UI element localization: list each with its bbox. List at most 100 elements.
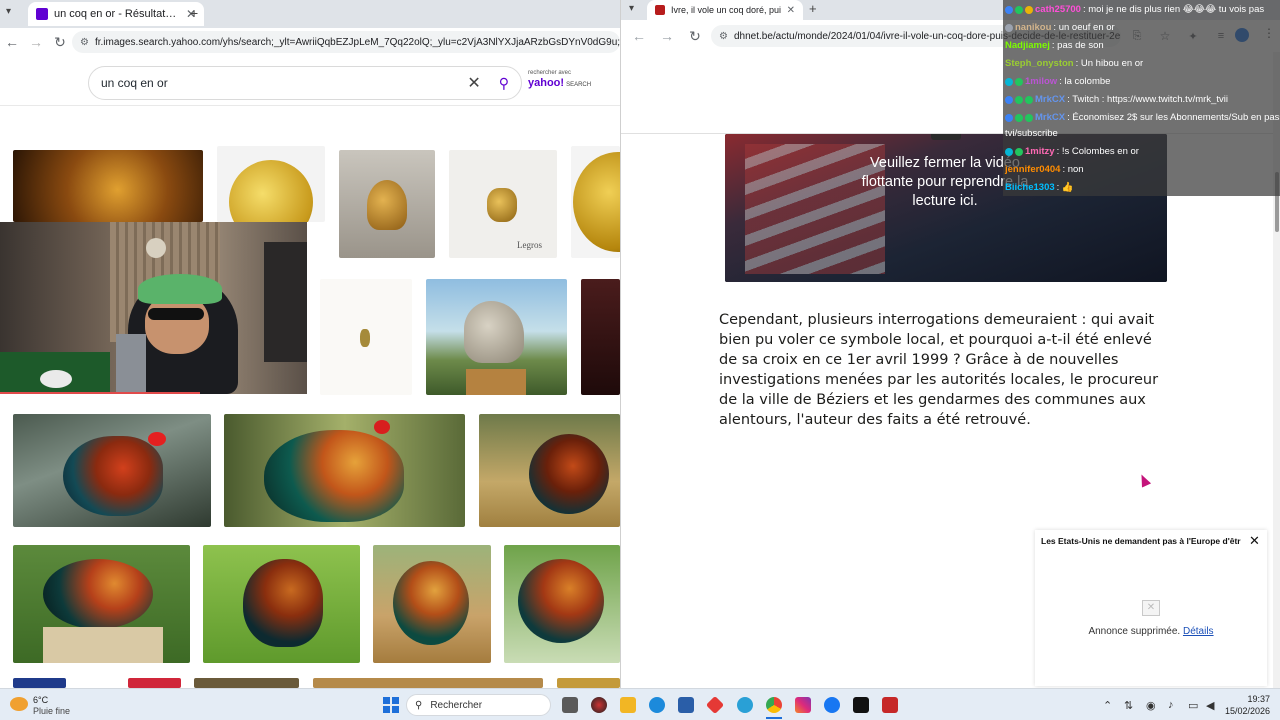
chat-message: tvi/subscribe xyxy=(1005,128,1058,139)
ad-title: Les Etats-Unis ne demandent pas à l'Euro… xyxy=(1041,536,1241,546)
search-icon[interactable]: ⚲ xyxy=(499,75,509,92)
result-image-flag-blue[interactable] xyxy=(13,678,66,688)
mcafee-icon[interactable] xyxy=(882,697,898,713)
result-image-golden-rooster-coins[interactable] xyxy=(13,150,203,222)
taskbar-search-box[interactable]: ⚲ Rechercher xyxy=(406,694,551,716)
tab-yahoo-results[interactable]: un coq en or - Résultats Yahoo ✕ xyxy=(28,2,204,26)
chat-message: MrkCX: Twitch : https://www.twitch.tv/mr… xyxy=(1005,94,1228,105)
chat-user: nanikou xyxy=(1015,22,1052,33)
result-image-small-pendant[interactable] xyxy=(320,279,412,395)
chat-message: MrkCX: Économisez 2$ sur les Abonnements… xyxy=(1005,112,1280,123)
result-image-colorful-rooster-1[interactable] xyxy=(13,414,211,527)
result-image-partial-2[interactable] xyxy=(313,678,543,688)
chat-message: 1milow: la colombe xyxy=(1005,76,1110,87)
chevron-up-icon[interactable]: ⌃ xyxy=(1103,699,1112,712)
chat-user: MrkCX xyxy=(1035,94,1066,105)
search-input[interactable]: un coq en or ✕ ⚲ xyxy=(88,66,522,100)
result-image-flag-red[interactable] xyxy=(128,678,181,688)
chrome-icon[interactable] xyxy=(766,697,782,713)
chat-text: : un oeuf en or xyxy=(1053,22,1115,33)
result-image-rooster-statue[interactable] xyxy=(426,279,567,395)
facebook-icon[interactable] xyxy=(824,697,840,713)
app-icon-diamond[interactable] xyxy=(705,695,725,715)
app-icon-store[interactable] xyxy=(678,697,694,713)
address-bar: ← → ↻ ⚙ fr.images.search.yahoo.com/yhs/s… xyxy=(0,28,620,56)
new-tab-button-right[interactable]: + xyxy=(809,1,817,16)
task-view-icon[interactable] xyxy=(562,697,578,713)
yahoo-logo[interactable]: yahoo! SEARCH xyxy=(528,77,591,91)
streamer-webcam xyxy=(0,222,307,394)
chat-user: Steph_onyston xyxy=(1005,58,1074,69)
tab-dhnet-article[interactable]: Ivre, il vole un coq doré, puis d ✕ xyxy=(647,0,803,20)
volume-icon[interactable]: ◀ xyxy=(1206,699,1214,712)
back-icon[interactable]: ← xyxy=(627,24,651,48)
result-image-gold-coin-2[interactable] xyxy=(571,146,620,258)
legros-watermark: Legros xyxy=(517,240,542,250)
clock-time[interactable]: 19:37 xyxy=(1220,694,1270,704)
close-ad-icon[interactable]: ✕ xyxy=(1249,533,1260,549)
chair-logo xyxy=(40,370,72,388)
ad-details-link[interactable]: Détails xyxy=(1183,626,1214,637)
app-icon-feather[interactable] xyxy=(737,697,753,713)
site-info-icon[interactable]: ⚙ xyxy=(719,31,728,42)
result-image-rooster-grass[interactable] xyxy=(203,545,360,663)
result-image-partial-3[interactable] xyxy=(557,678,620,688)
result-image-colorful-rooster-3[interactable] xyxy=(479,414,620,527)
clock-date[interactable]: 15/02/2026 xyxy=(1220,706,1270,716)
forward-icon[interactable]: → xyxy=(655,24,679,48)
result-image-rooster-on-box[interactable] xyxy=(13,545,190,663)
chat-text: : 👍 xyxy=(1056,182,1074,193)
yahoo-search-header: un coq en or ✕ ⚲ rechercher avec yahoo! S… xyxy=(0,56,620,106)
chat-text: : Twitch : https://www.twitch.tv/mrk_tvi… xyxy=(1067,94,1228,105)
weather-temp[interactable]: 6°C xyxy=(33,695,48,705)
ad-removed-line: Annonce supprimée. Détails xyxy=(1035,626,1267,637)
result-image-partial-1[interactable] xyxy=(194,678,299,688)
back-icon[interactable]: ← xyxy=(0,30,24,54)
url-field[interactable]: ⚙ fr.images.search.yahoo.com/yhs/search;… xyxy=(72,31,620,53)
chat-message: 1mitzy: !s Colombes en or xyxy=(1005,146,1139,157)
wifi-icon[interactable]: ◉ xyxy=(1146,699,1156,712)
clear-icon[interactable]: ✕ xyxy=(467,73,480,93)
weather-desc[interactable]: Pluie fine xyxy=(33,706,70,716)
new-tab-button[interactable]: + xyxy=(190,5,198,21)
dhnet-favicon xyxy=(655,5,665,15)
reload-icon[interactable]: ↻ xyxy=(683,24,707,48)
tab-search-icon[interactable]: ▾ xyxy=(6,6,11,17)
url-text: fr.images.search.yahoo.com/yhs/search;_y… xyxy=(94,36,620,48)
mouse-cursor xyxy=(1136,472,1152,488)
ad-removed-text: Annonce supprimée. xyxy=(1088,626,1181,637)
streamer-arm xyxy=(116,334,146,394)
tiktok-icon[interactable] xyxy=(853,697,869,713)
result-image-rooster-running[interactable] xyxy=(504,545,620,663)
chat-text: : non xyxy=(1062,164,1084,175)
yahoo-powered-by: rechercher avec yahoo! SEARCH xyxy=(528,69,591,91)
forward-icon[interactable]: → xyxy=(24,30,48,54)
result-image-rooster-figurine[interactable] xyxy=(339,150,435,258)
microphone-icon[interactable]: ♪ xyxy=(1168,699,1174,711)
close-icon[interactable]: ✕ xyxy=(787,5,795,16)
windows-start-icon[interactable] xyxy=(383,697,399,713)
chat-message: cath25700: moi je ne dis plus rien 😂😂😂 t… xyxy=(1005,4,1264,15)
powered-by-label: rechercher avec xyxy=(528,70,572,76)
site-info-icon[interactable]: ⚙ xyxy=(80,37,89,48)
battery-icon[interactable]: ▭ xyxy=(1188,699,1198,712)
app-icon-media[interactable] xyxy=(591,697,607,713)
reload-icon[interactable]: ↻ xyxy=(48,30,72,54)
network-icon[interactable]: ⇅ xyxy=(1124,699,1133,712)
windows-taskbar: 6°C Pluie fine ⚲ Rechercher ⌃ ⇅ ◉ ♪ ▭ ◀ … xyxy=(0,688,1280,720)
instagram-icon[interactable] xyxy=(795,697,811,713)
result-image-rooster-pin[interactable]: Legros xyxy=(449,150,557,258)
file-explorer-icon[interactable] xyxy=(620,697,636,713)
result-image-gold-coin[interactable] xyxy=(217,146,325,222)
result-image-colorful-rooster-2[interactable] xyxy=(224,414,465,527)
chat-message: nanikou: un oeuf en or xyxy=(1005,22,1115,33)
chat-user: 1mitzy xyxy=(1025,146,1055,157)
edge-icon[interactable] xyxy=(649,697,665,713)
result-image-rooster-farm[interactable] xyxy=(373,545,491,663)
weather-icon[interactable] xyxy=(10,697,28,711)
monitor xyxy=(264,242,307,362)
tab-search-icon-right[interactable]: ▾ xyxy=(629,3,634,14)
wall-light xyxy=(146,238,166,258)
result-image-dark[interactable] xyxy=(581,279,620,395)
chat-user: Nadjiamej xyxy=(1005,40,1050,51)
